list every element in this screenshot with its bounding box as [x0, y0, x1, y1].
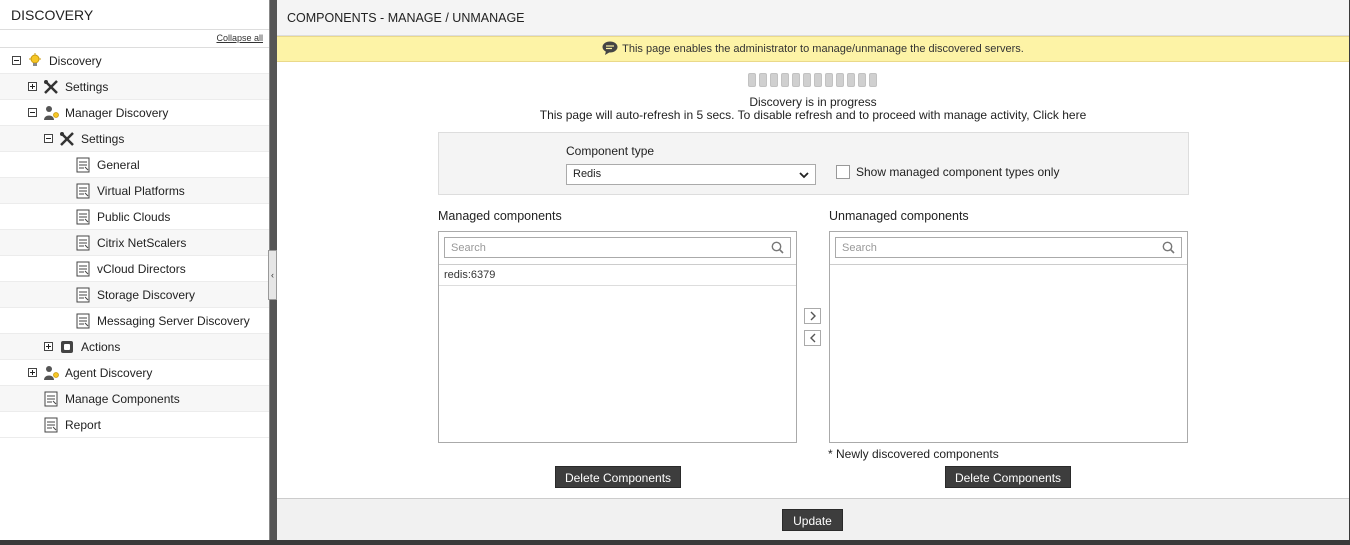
managed-only-checkbox[interactable]: Show managed component types only [836, 165, 1059, 179]
page-icon [43, 391, 59, 407]
page-icon [75, 157, 91, 173]
unmanaged-search [835, 237, 1182, 258]
manager-user-icon [43, 105, 59, 121]
tools-icon [43, 79, 59, 95]
main-panel: COMPONENTS - MANAGE / UNMANAGE This page… [277, 0, 1349, 540]
chevron-right-icon [810, 311, 816, 321]
tree-item-actions[interactable]: Actions [0, 334, 269, 360]
tools-icon [59, 131, 75, 147]
tree-item-label: Report [65, 417, 102, 432]
footer-bar: Update [277, 498, 1349, 540]
chevron-left-icon [809, 333, 815, 343]
component-type-select[interactable]: Redis [566, 164, 816, 185]
page-icon [75, 183, 91, 199]
update-button[interactable]: Update [782, 509, 843, 531]
component-filter-panel: Component type Redis Show managed compon… [438, 132, 1189, 195]
tree-item-label: Manager Discovery [65, 105, 169, 120]
tree-item-manager-discovery[interactable]: Manager Discovery [0, 100, 269, 126]
collapse-toggle-icon[interactable] [44, 134, 53, 143]
tree-item-label: Settings [65, 79, 109, 94]
page-title: COMPONENTS - MANAGE / UNMANAGE [277, 0, 1349, 36]
delete-unmanaged-components-button[interactable]: Delete Components [945, 466, 1071, 488]
tree-item-settings[interactable]: Settings [0, 74, 269, 100]
tree-item-label: Manage Components [65, 391, 180, 406]
collapse-all-link[interactable]: Collapse all [216, 33, 263, 43]
tree-item-virtual-platforms[interactable]: Virtual Platforms [0, 178, 269, 204]
move-to-unmanaged-button[interactable] [804, 308, 821, 324]
agent-user-icon [43, 365, 59, 381]
page-icon [75, 209, 91, 225]
expand-toggle-icon[interactable] [28, 82, 37, 91]
managed-only-label: Show managed component types only [856, 165, 1060, 179]
tree-item-label: Settings [81, 131, 125, 146]
unmanaged-search-input[interactable] [836, 238, 1156, 257]
disable-refresh-link[interactable]: Click here [1033, 108, 1086, 122]
tree-item-label: Discovery [49, 53, 102, 68]
managed-search-input[interactable] [445, 238, 765, 257]
page-icon [75, 261, 91, 277]
page-icon [75, 235, 91, 251]
collapse-panel-handle[interactable]: ‹ [268, 250, 277, 300]
tree-item-discovery[interactable]: Discovery [0, 48, 269, 74]
tree-item-label: Agent Discovery [65, 365, 153, 380]
tree-item-label: Public Clouds [97, 209, 171, 224]
tree-item-label: vCloud Directors [97, 261, 186, 276]
tree-item-general[interactable]: General [0, 152, 269, 178]
progress-indicator [748, 73, 877, 87]
tree-item-manager-settings[interactable]: Settings [0, 126, 269, 152]
auto-refresh-message: This page will auto-refresh in 5 secs. T… [277, 108, 1349, 122]
tree-item-label: Actions [81, 339, 121, 354]
auto-refresh-text: This page will auto-refresh in 5 secs. T… [539, 108, 1033, 122]
tree-item-storage-discovery[interactable]: Storage Discovery [0, 282, 269, 308]
tree-item-label: Citrix NetScalers [97, 235, 187, 250]
actions-icon [59, 339, 75, 355]
speech-bubble-icon [602, 41, 618, 58]
delete-managed-components-button[interactable]: Delete Components [555, 466, 681, 488]
unmanaged-components-title: Unmanaged components [829, 209, 969, 223]
tree-item-report[interactable]: Report [0, 412, 269, 438]
tree-item-public-clouds[interactable]: Public Clouds [0, 204, 269, 230]
search-icon [771, 241, 784, 257]
component-type-value: Redis [573, 168, 602, 180]
unmanaged-components-list[interactable] [829, 231, 1188, 443]
page-icon [75, 287, 91, 303]
expand-toggle-icon[interactable] [28, 368, 37, 377]
discovery-sidebar: DISCOVERY Collapse all Discovery Setting… [0, 0, 270, 540]
component-type-label: Component type [566, 144, 655, 158]
managed-components-title: Managed components [438, 209, 562, 223]
tree-item-manage-components[interactable]: Manage Components [0, 386, 269, 412]
chevron-left-icon: ‹ [271, 270, 274, 280]
move-to-managed-button[interactable] [804, 330, 821, 346]
tree-item-label: General [97, 157, 140, 172]
search-icon [1162, 241, 1175, 257]
info-banner-text: This page enables the administrator to m… [622, 43, 1024, 55]
chevron-down-icon [799, 168, 809, 187]
tree-item-messaging-server-discovery[interactable]: Messaging Server Discovery [0, 308, 269, 334]
managed-search [444, 237, 791, 258]
page-icon [75, 313, 91, 329]
sidebar-title: DISCOVERY [0, 0, 269, 30]
newly-discovered-note: * Newly discovered components [828, 447, 999, 461]
app-window: DISCOVERY Collapse all Discovery Setting… [0, 0, 1350, 545]
tree-item-agent-discovery[interactable]: Agent Discovery [0, 360, 269, 386]
discovery-status: Discovery is in progress [749, 95, 877, 109]
tree-item-label: Storage Discovery [97, 287, 196, 302]
managed-components-list[interactable]: redis:6379 [438, 231, 797, 443]
collapse-toggle-icon[interactable] [12, 56, 21, 65]
tree-item-vcloud-directors[interactable]: vCloud Directors [0, 256, 269, 282]
tree-item-label: Virtual Platforms [97, 183, 185, 198]
checkbox[interactable] [836, 165, 850, 179]
expand-toggle-icon[interactable] [44, 342, 53, 351]
lightbulb-icon [27, 52, 43, 69]
page-icon [43, 417, 59, 433]
collapse-toggle-icon[interactable] [28, 108, 37, 117]
info-banner: This page enables the administrator to m… [277, 36, 1349, 62]
tree-item-label: Messaging Server Discovery [97, 313, 250, 328]
tree-item-citrix-netscalers[interactable]: Citrix NetScalers [0, 230, 269, 256]
list-item[interactable]: redis:6379 [439, 265, 796, 286]
